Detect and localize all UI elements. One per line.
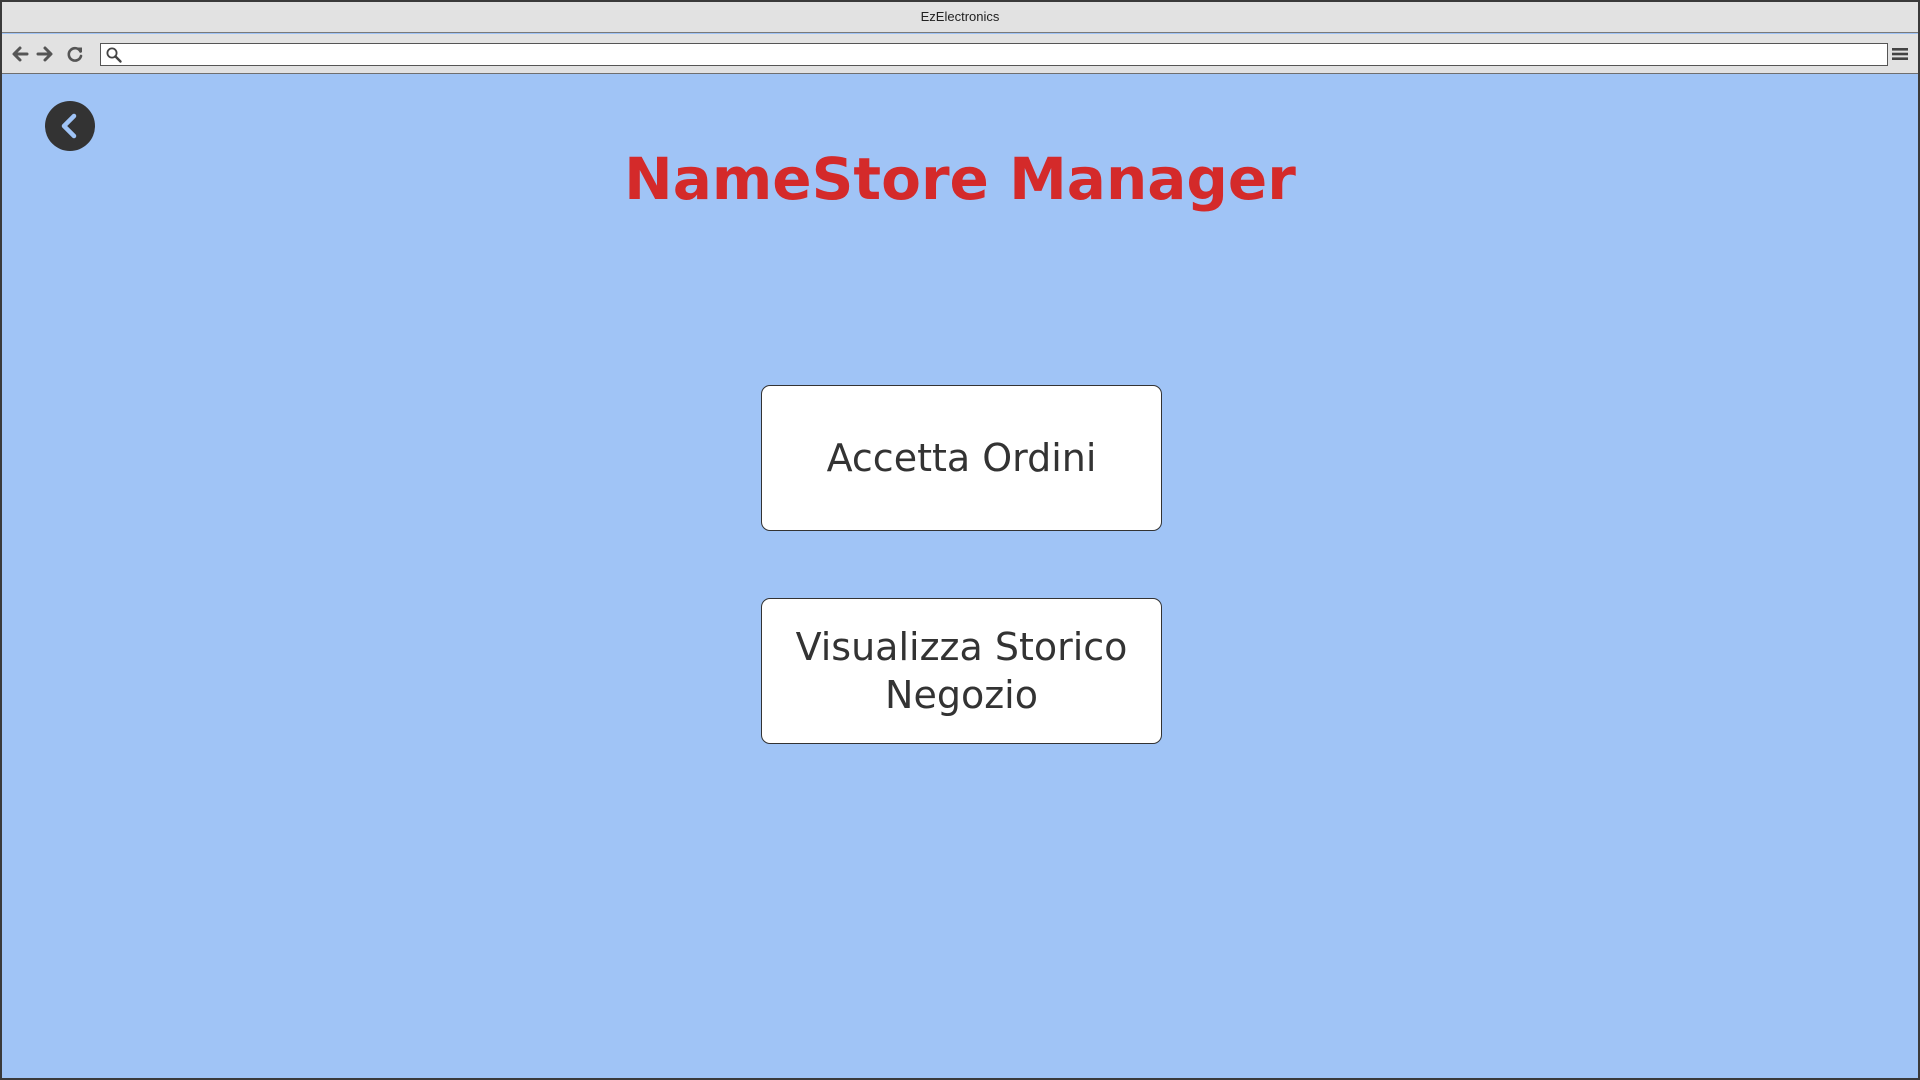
- accept-orders-button[interactable]: Accetta Ordini: [761, 385, 1162, 531]
- arrow-right-icon[interactable]: [35, 44, 55, 64]
- page-content: NameStore Manager Accetta Ordini Visuali…: [2, 75, 1918, 1078]
- window-titlebar: EzElectronics: [2, 2, 1918, 33]
- reload-icon[interactable]: [65, 44, 85, 64]
- store-history-label: Visualizza Storico Negozio: [795, 625, 1128, 717]
- arrow-left-icon[interactable]: [10, 44, 30, 64]
- page-title: NameStore Manager: [624, 145, 1296, 213]
- window-title: EzElectronics: [920, 9, 1000, 24]
- browser-toolbar: [2, 34, 1918, 74]
- store-history-button[interactable]: Visualizza Storico Negozio: [761, 598, 1162, 744]
- search-icon: [105, 46, 123, 64]
- address-input[interactable]: [127, 44, 1883, 65]
- browser-window: EzElectronics NameStore Manager Accetta …: [0, 0, 1920, 1080]
- accept-orders-label: Accetta Ordini: [826, 436, 1097, 480]
- address-bar[interactable]: [100, 43, 1888, 66]
- hamburger-menu-icon[interactable]: [1890, 44, 1910, 64]
